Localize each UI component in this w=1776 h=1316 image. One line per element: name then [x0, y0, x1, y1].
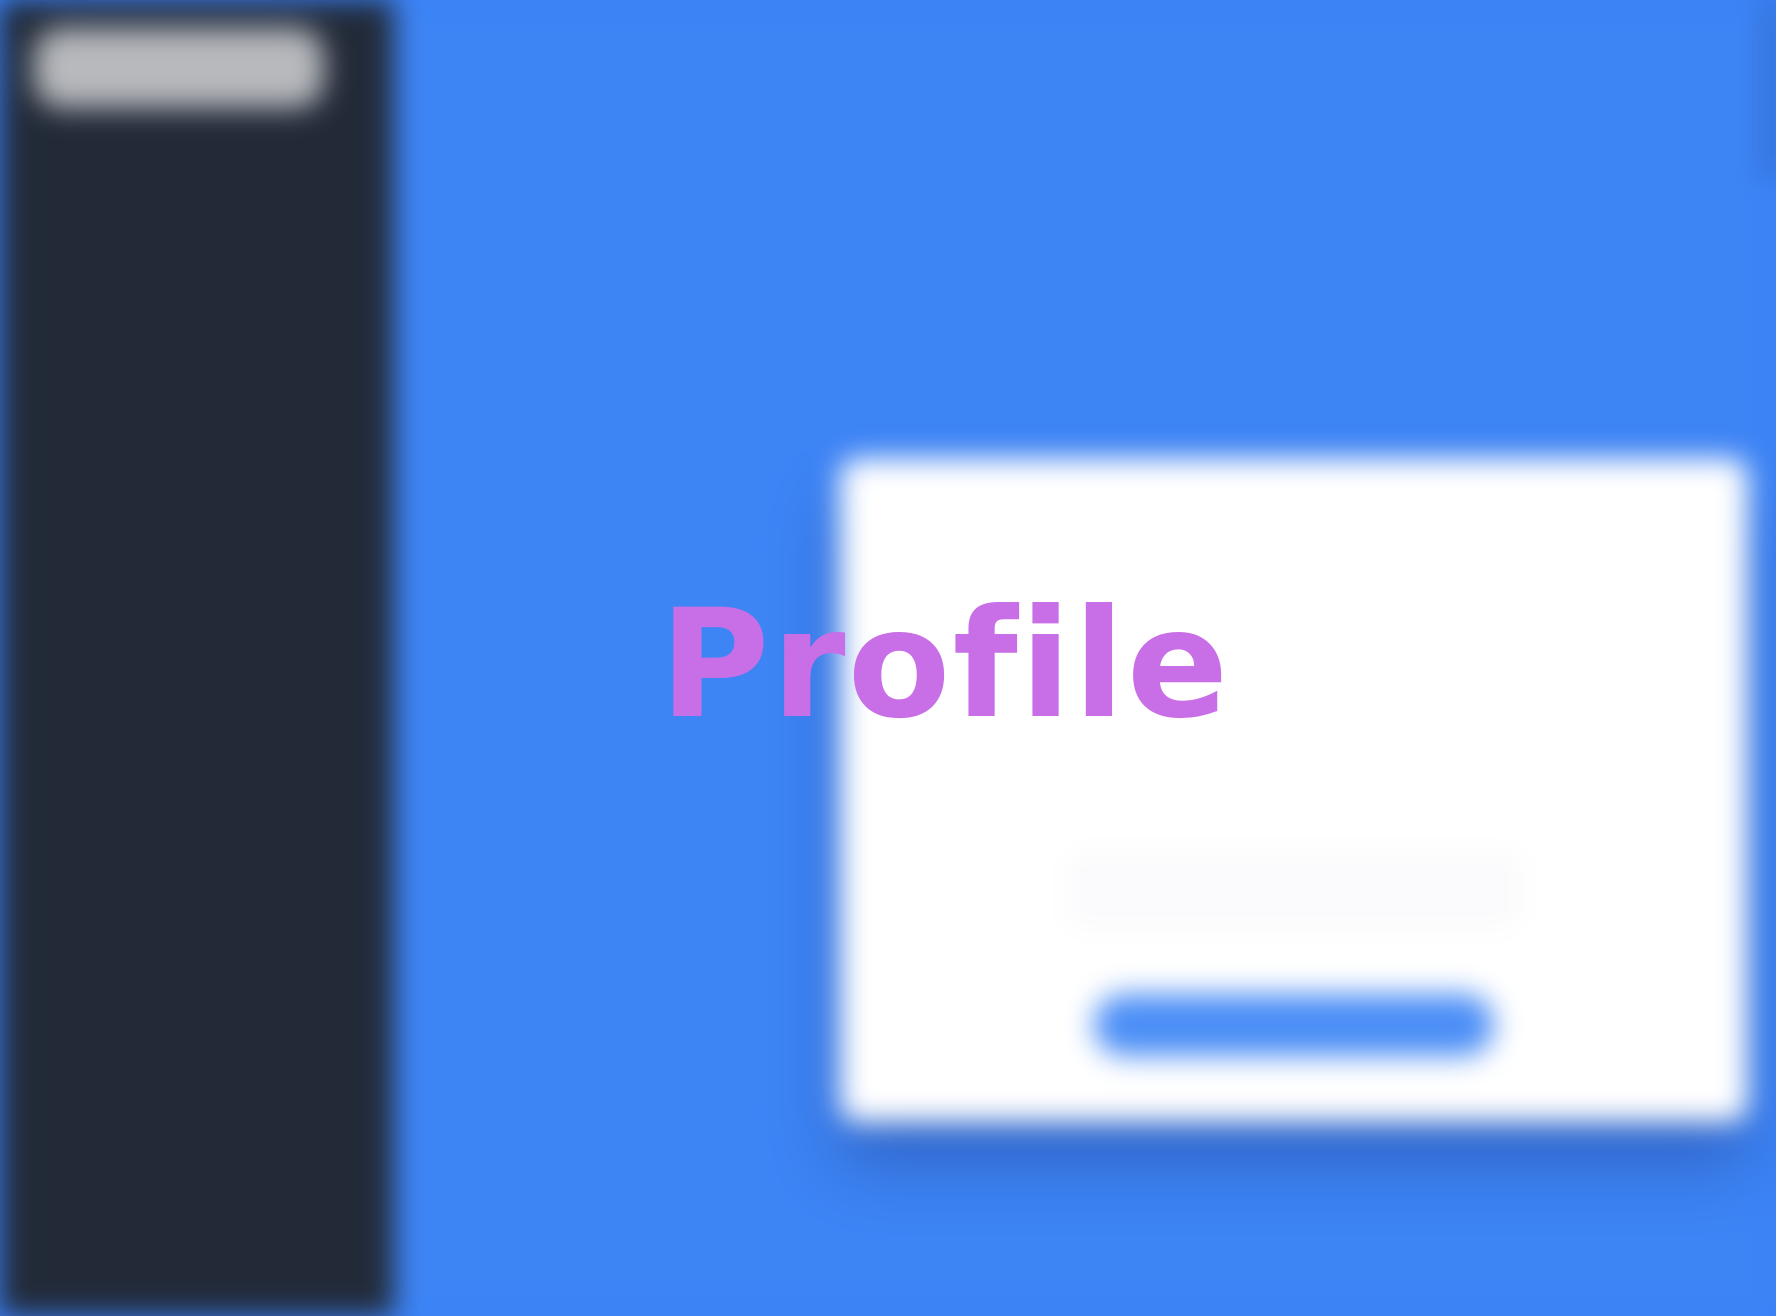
submit-button[interactable]: [1094, 994, 1494, 1056]
logo-icon: [34, 28, 324, 108]
scrollbar[interactable]: [1764, 0, 1776, 180]
profile-card: [840, 458, 1748, 1122]
app-window: Profile: [0, 0, 1776, 1316]
card-heading: [1170, 536, 1418, 572]
profile-field[interactable]: [1074, 858, 1514, 922]
page-title: Profile: [659, 578, 1231, 752]
